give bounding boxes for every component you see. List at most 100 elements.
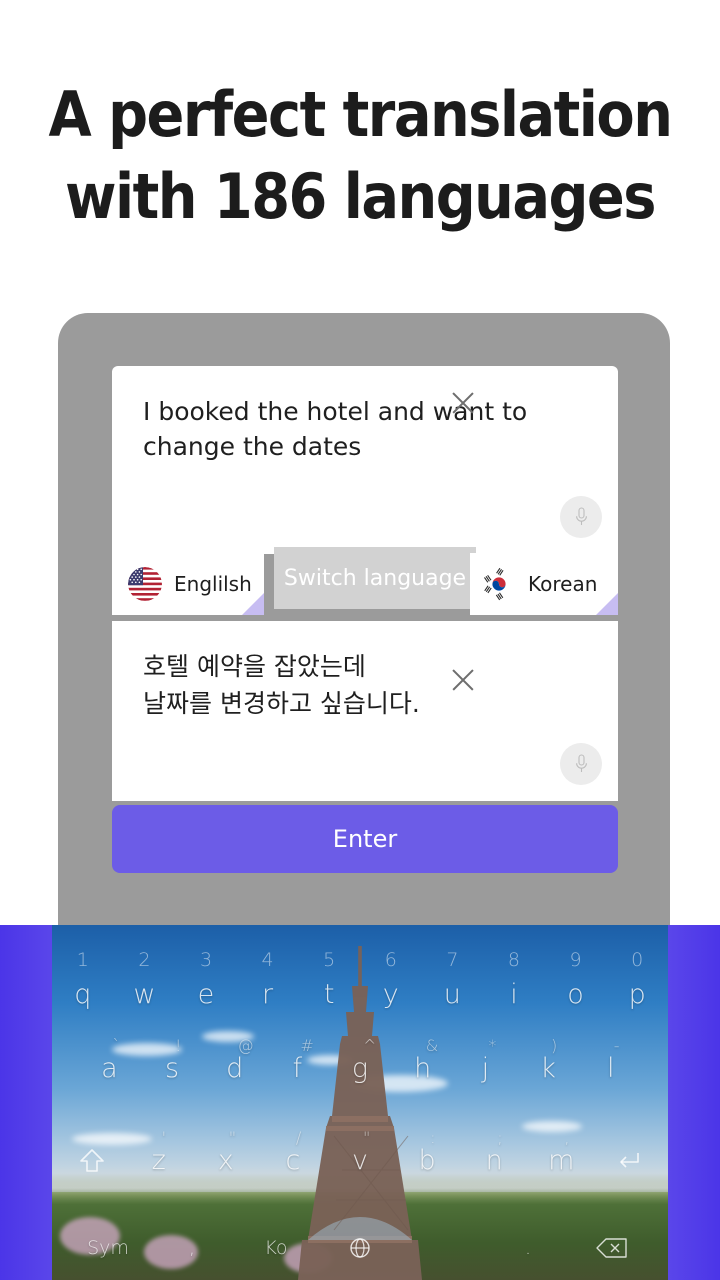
key-c[interactable]: c / [259,1128,326,1176]
key-k[interactable]: k) [517,1036,580,1084]
globe-key[interactable] [318,1235,402,1261]
key-f-sup: # [300,1035,314,1055]
key-o[interactable]: o [545,979,607,1010]
us-flag-icon [128,567,162,601]
key-s-label: s [164,1052,180,1084]
key-j[interactable]: j * [454,1036,517,1084]
key-m[interactable]: m, [528,1128,595,1176]
key-f[interactable]: f # [266,1036,329,1084]
key-s-sup: ! [175,1035,182,1055]
enter-button[interactable]: Enter [112,805,618,873]
key-v[interactable]: v " [326,1128,393,1176]
symbol-key[interactable]: Sym [66,1237,150,1259]
target-mic-button[interactable] [560,743,602,785]
num-key: 7 [446,949,459,971]
key-b[interactable]: b: [394,1128,461,1176]
key-h-label: h [414,1052,432,1084]
key-v-sup: " [362,1127,371,1147]
keyboard-row-zxcv: z ' x " c / v " b: n; m, [52,1128,668,1183]
num-key: 2 [138,949,151,971]
comma-key[interactable]: , [150,1237,234,1259]
key-y[interactable]: y [360,979,422,1010]
key-d[interactable]: d @ [203,1036,266,1084]
key-a[interactable]: a ` [78,1036,141,1084]
page-title: A perfect translation with 186 languages [0,74,720,238]
key-d-sup: @ [237,1035,254,1055]
key-g-sup: ^ [363,1035,377,1055]
close-icon[interactable] [446,386,480,420]
shift-key[interactable] [58,1144,125,1176]
num-key: 8 [507,949,520,971]
key-l-sup: - [613,1035,620,1055]
key-c-sup: / [295,1127,302,1147]
key-d-label: d [226,1052,244,1084]
key-c-label: c [285,1144,301,1176]
source-language-label: Englilsh [174,572,252,596]
key-e[interactable]: e [175,979,237,1010]
key-z[interactable]: z ' [125,1128,192,1176]
shift-arrow-icon [79,1148,104,1172]
key-b-sup: : [430,1127,436,1147]
headline-line-2: with 186 languages [65,160,656,233]
key-k-label: k [540,1052,556,1084]
backspace-key[interactable] [570,1235,654,1261]
key-j-sup: * [488,1035,497,1055]
key-m-sup: , [564,1127,570,1147]
key-u[interactable]: u [422,979,484,1010]
keyboard-right-edge [668,925,720,1280]
target-language-selector[interactable]: Korean [470,553,618,615]
num-key: 0 [631,949,644,971]
language-key[interactable]: Ko [234,1237,318,1259]
key-m-label: m [548,1144,575,1176]
key-i[interactable]: i [483,979,545,1010]
return-arrow-icon [620,1152,640,1168]
key-z-sup: ' [161,1127,167,1147]
switch-language-label: Switch language [283,565,467,591]
key-a-sup: ` [112,1035,121,1055]
key-k-sup: ) [551,1035,558,1055]
kr-flag-icon [482,567,516,601]
key-q[interactable]: q [52,979,114,1010]
key-t[interactable]: t [298,979,360,1010]
key-l[interactable]: l- [579,1036,642,1084]
key-g-label: g [351,1052,369,1084]
key-g[interactable]: g ^ [329,1036,392,1084]
key-x-sup: " [228,1127,237,1147]
key-v-label: v [352,1144,368,1176]
source-text-card[interactable]: I booked the hotel and want to change th… [112,366,618,554]
switch-language-button[interactable]: Switch language [274,547,476,609]
dropdown-corner-icon [242,593,264,615]
keyboard-panel: 1 2 3 4 5 6 7 8 9 0 q w e r t y u i o p … [0,925,720,1280]
num-key: 9 [569,949,582,971]
return-key[interactable] [595,1144,662,1176]
num-key: 4 [261,949,274,971]
key-w[interactable]: w [114,979,176,1010]
source-language-selector[interactable]: Englilsh [112,553,264,615]
dropdown-corner-icon [596,593,618,615]
source-mic-button[interactable] [560,496,602,538]
globe-icon [350,1238,370,1258]
close-icon[interactable] [446,663,480,697]
num-key: 3 [199,949,213,971]
key-s[interactable]: s! [141,1036,204,1084]
key-n-label: n [485,1144,503,1176]
key-j-label: j [481,1052,490,1084]
num-key: 5 [323,949,336,971]
app-screenshot: A perfect translation with 186 languages… [0,0,720,1280]
target-text-card[interactable]: 호텔 예약을 잡았는데 날짜를 변경하고 싶습니다. [112,621,618,801]
key-x[interactable]: x " [192,1128,259,1176]
headline-line-1: A perfect translation [48,78,673,151]
backspace-icon [596,1238,627,1258]
keyboard-bottom-row: Sym , Ko . [52,1225,668,1271]
key-x-label: x [217,1144,234,1176]
key-b-label: b [418,1144,436,1176]
language-bar: Englilsh Switch language Korean [112,547,618,621]
key-p[interactable]: p [606,979,668,1010]
key-n[interactable]: n; [461,1128,528,1176]
key-a-label: a [101,1052,118,1084]
period-key[interactable]: . [486,1237,570,1259]
key-z-label: z [151,1144,166,1176]
key-r[interactable]: r [237,979,299,1010]
key-h[interactable]: h & [391,1036,454,1084]
keyboard-number-hint-row: 1 2 3 4 5 6 7 8 9 0 [52,947,668,973]
